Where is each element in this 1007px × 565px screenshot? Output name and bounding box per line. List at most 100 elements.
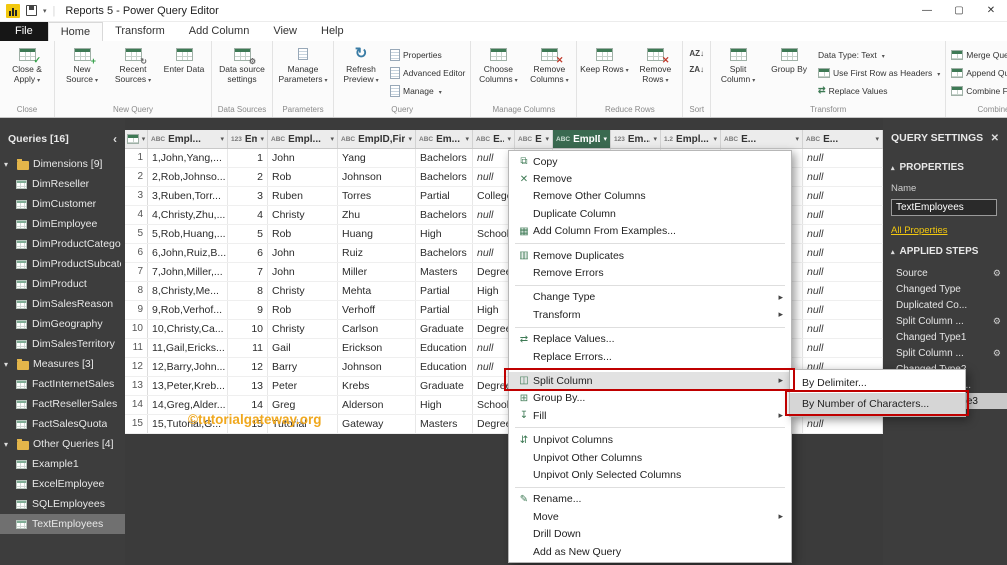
filter-icon[interactable]: ▾ <box>795 135 799 143</box>
cell[interactable]: null <box>803 282 883 300</box>
menu-item-remove-errors[interactable]: Remove Errors <box>509 264 791 281</box>
cell[interactable]: 13 <box>228 377 268 395</box>
table-menu-button[interactable]: ▾ <box>125 130 148 148</box>
gear-icon[interactable]: ⚙ <box>993 348 1001 359</box>
cell[interactable]: Zhu <box>338 206 416 224</box>
column-header-empl[interactable]: ABCEmpl...▾ <box>268 130 338 148</box>
cell[interactable]: 2 <box>228 168 268 186</box>
filter-icon[interactable]: ▾ <box>330 135 334 143</box>
menu-item-add-column-from-examples[interactable]: ▦Add Column From Examples... <box>509 223 791 240</box>
manage-button[interactable]: Manage <box>387 82 468 99</box>
cell[interactable]: Education <box>416 358 473 376</box>
sidebar-item-dimgeography[interactable]: DimGeography <box>0 314 125 334</box>
cell[interactable]: 4 <box>228 206 268 224</box>
applied-step-duplicated-co[interactable]: Duplicated Co... <box>883 297 1007 313</box>
sort-ascending-button[interactable]: AZ↓ <box>685 46 708 61</box>
menu-item-change-type[interactable]: Change Type▸ <box>509 289 791 306</box>
sidebar-item-dimproductcategory[interactable]: DimProductCategory <box>0 234 125 254</box>
sidebar-item-sqlemployees[interactable]: SQLEmployees <box>0 494 125 514</box>
cell[interactable]: Education <box>416 339 473 357</box>
split-column-ribbon-button[interactable]: Split Column <box>713 43 763 104</box>
filter-icon[interactable]: ▾ <box>408 135 412 143</box>
cell[interactable]: Alderson <box>338 396 416 414</box>
cell[interactable]: Huang <box>338 225 416 243</box>
sidebar-item-factinternetsales[interactable]: FactInternetSales <box>0 374 125 394</box>
cell[interactable]: Rob <box>268 301 338 319</box>
menu-item-unpivot-other-columns[interactable]: Unpivot Other Columns <box>509 449 791 466</box>
sidebar-item-example1[interactable]: Example1 <box>0 454 125 474</box>
recent-sources-button[interactable]: ↻ Recent Sources <box>108 43 158 104</box>
menu-item-duplicate-column[interactable]: Duplicate Column <box>509 205 791 222</box>
cell[interactable]: null <box>803 168 883 186</box>
cell[interactable]: Graduate <box>416 320 473 338</box>
cell[interactable]: 10 <box>228 320 268 338</box>
column-header-e[interactable]: ABCE...▾ <box>473 130 515 148</box>
cell[interactable]: null <box>803 415 883 433</box>
cell[interactable]: Carlson <box>338 320 416 338</box>
cell[interactable]: Johnson <box>338 358 416 376</box>
applied-step-split-column[interactable]: Split Column ...⚙ <box>883 345 1007 361</box>
cell[interactable]: Gail <box>268 339 338 357</box>
sidebar-item-factsalesquota[interactable]: FactSalesQuota <box>0 414 125 434</box>
applied-step-changed-type1[interactable]: Changed Type1 <box>883 329 1007 345</box>
sidebar-item-dimproductsubcate[interactable]: DimProductSubcate... <box>0 254 125 274</box>
replace-values-button[interactable]: ⇄Replace Values <box>815 82 943 99</box>
cell[interactable]: 12,Barry,John... <box>148 358 228 376</box>
cell[interactable]: 6 <box>228 244 268 262</box>
combine-files-button[interactable]: Combine Files <box>948 82 1007 99</box>
cell[interactable]: Peter <box>268 377 338 395</box>
cell[interactable]: null <box>803 244 883 262</box>
sidebar-item-dimsalesterritory[interactable]: DimSalesTerritory <box>0 334 125 354</box>
menu-item-remove-other-columns[interactable]: Remove Other Columns <box>509 188 791 205</box>
sidebar-item-dimreseller[interactable]: DimReseller <box>0 174 125 194</box>
menu-item-group-by[interactable]: ⊞Group By... <box>509 390 791 407</box>
submenu-item-by-delimiter[interactable]: By Delimiter... <box>790 372 965 393</box>
column-header-em[interactable]: 123Em...▾ <box>611 130 661 148</box>
menu-item-fill[interactable]: ↧Fill▸ <box>509 407 791 424</box>
column-header-empid-firs[interactable]: ABCEmpID,Firs...▾ <box>338 130 416 148</box>
choose-columns-button[interactable]: Choose Columns <box>473 43 523 104</box>
keep-rows-button[interactable]: Keep Rows <box>579 43 629 104</box>
sidebar-item-excelemployee[interactable]: ExcelEmployee <box>0 474 125 494</box>
cell[interactable]: Masters <box>416 263 473 281</box>
tab-add-column[interactable]: Add Column <box>177 22 262 41</box>
group-by-button[interactable]: Group By <box>764 43 814 104</box>
cell[interactable]: 11,Gail,Ericks... <box>148 339 228 357</box>
tree-folder-dimensions-9[interactable]: ▾Dimensions [9] <box>0 154 125 174</box>
new-source-button[interactable]: + New Source <box>57 43 107 104</box>
cell[interactable]: 8 <box>228 282 268 300</box>
manage-parameters-button[interactable]: Manage Parameters <box>275 43 331 104</box>
cell[interactable]: 12 <box>228 358 268 376</box>
menu-item-remove-duplicates[interactable]: ▥Remove Duplicates <box>509 247 791 264</box>
menu-item-rename[interactable]: ✎Rename... <box>509 491 791 508</box>
expander-icon[interactable]: ▾ <box>4 360 13 369</box>
cell[interactable]: Graduate <box>416 377 473 395</box>
sidebar-item-dimemployee[interactable]: DimEmployee <box>0 214 125 234</box>
properties-button[interactable]: Properties <box>387 46 468 63</box>
menu-item-unpivot-only-selected-columns[interactable]: Unpivot Only Selected Columns <box>509 466 791 483</box>
close-window-button[interactable]: ✕ <box>975 0 1007 21</box>
cell[interactable]: null <box>803 225 883 243</box>
applied-step-changed-type[interactable]: Changed Type <box>883 281 1007 297</box>
column-header-e[interactable]: ABCE...▾ <box>803 130 883 148</box>
cell[interactable]: Christy <box>268 206 338 224</box>
cell[interactable]: 9 <box>228 301 268 319</box>
cell[interactable]: John <box>268 149 338 167</box>
applied-step-split-column[interactable]: Split Column ...⚙ <box>883 313 1007 329</box>
cell[interactable]: Ruben <box>268 187 338 205</box>
cell[interactable]: Bachelors <box>416 206 473 224</box>
cell[interactable]: null <box>803 320 883 338</box>
filter-icon[interactable]: ▾ <box>260 135 264 143</box>
remove-columns-button[interactable]: ✕ Remove Columns <box>524 43 574 104</box>
cell[interactable]: 5,Rob,Huang,... <box>148 225 228 243</box>
cell[interactable]: 3,Ruben,Torr... <box>148 187 228 205</box>
menu-item-drill-down[interactable]: Drill Down <box>509 525 791 542</box>
cell[interactable]: Christy <box>268 320 338 338</box>
filter-icon[interactable]: ▾ <box>545 135 549 143</box>
menu-item-split-column[interactable]: ◫Split Column▸ <box>509 372 791 389</box>
menu-item-replace-values[interactable]: ⇄Replace Values... <box>509 331 791 348</box>
cell[interactable]: Barry <box>268 358 338 376</box>
save-icon[interactable] <box>26 5 37 16</box>
cell[interactable]: Miller <box>338 263 416 281</box>
cell[interactable]: Bachelors <box>416 244 473 262</box>
